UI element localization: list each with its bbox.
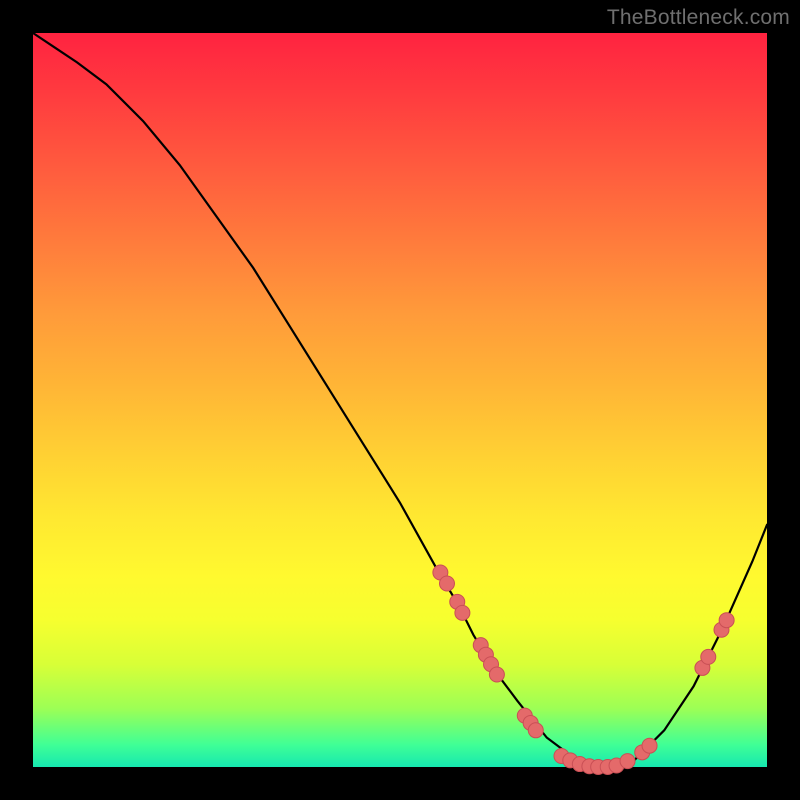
data-marker <box>719 613 734 628</box>
data-marker <box>701 649 716 664</box>
data-marker <box>439 576 454 591</box>
data-marker <box>455 605 470 620</box>
chart-frame: TheBottleneck.com <box>0 0 800 800</box>
watermark-text: TheBottleneck.com <box>607 6 790 30</box>
data-marker <box>489 667 504 682</box>
data-marker <box>642 738 657 753</box>
data-marker <box>528 723 543 738</box>
chart-svg <box>33 33 767 767</box>
data-marker <box>620 754 635 769</box>
bottleneck-curve <box>33 33 767 767</box>
data-markers <box>433 565 734 775</box>
